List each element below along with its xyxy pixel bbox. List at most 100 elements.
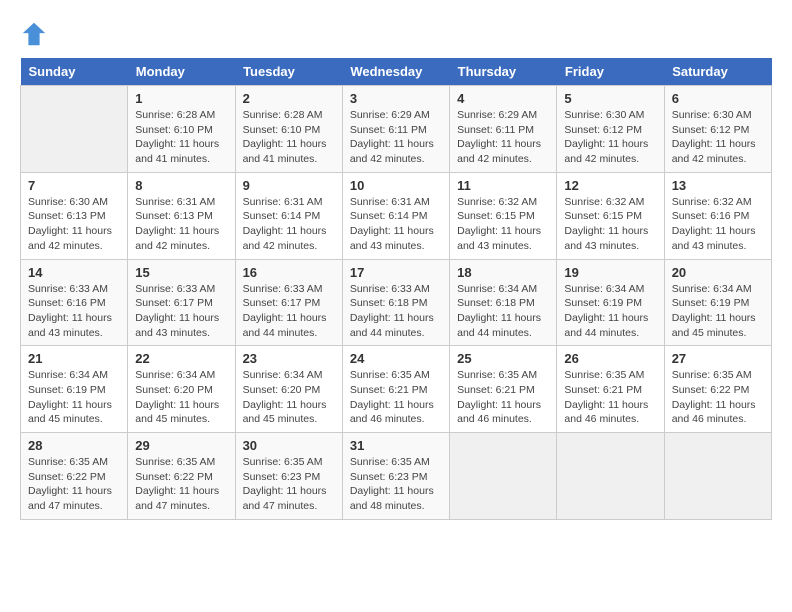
daylight-text: Daylight: 11 hours and 43 minutes.	[457, 224, 549, 253]
daylight-text: Daylight: 11 hours and 46 minutes.	[564, 398, 656, 427]
calendar-cell: 22 Sunrise: 6:34 AM Sunset: 6:20 PM Dayl…	[128, 346, 235, 433]
week-row-3: 14 Sunrise: 6:33 AM Sunset: 6:16 PM Dayl…	[21, 259, 772, 346]
header-day-thursday: Thursday	[450, 58, 557, 86]
sunset-text: Sunset: 6:20 PM	[135, 383, 227, 398]
calendar-header: SundayMondayTuesdayWednesdayThursdayFrid…	[21, 58, 772, 86]
daylight-text: Daylight: 11 hours and 48 minutes.	[350, 484, 442, 513]
week-row-2: 7 Sunrise: 6:30 AM Sunset: 6:13 PM Dayli…	[21, 172, 772, 259]
cell-content: Sunrise: 6:32 AM Sunset: 6:15 PM Dayligh…	[564, 195, 656, 254]
sunrise-text: Sunrise: 6:32 AM	[672, 195, 764, 210]
cell-content: Sunrise: 6:31 AM Sunset: 6:14 PM Dayligh…	[243, 195, 335, 254]
day-number: 4	[457, 91, 549, 106]
cell-content: Sunrise: 6:35 AM Sunset: 6:22 PM Dayligh…	[672, 368, 764, 427]
cell-content: Sunrise: 6:30 AM Sunset: 6:12 PM Dayligh…	[564, 108, 656, 167]
logo	[20, 20, 52, 48]
daylight-text: Daylight: 11 hours and 42 minutes.	[457, 137, 549, 166]
cell-content: Sunrise: 6:34 AM Sunset: 6:18 PM Dayligh…	[457, 282, 549, 341]
daylight-text: Daylight: 11 hours and 43 minutes.	[135, 311, 227, 340]
day-number: 10	[350, 178, 442, 193]
cell-content: Sunrise: 6:34 AM Sunset: 6:19 PM Dayligh…	[672, 282, 764, 341]
day-number: 18	[457, 265, 549, 280]
calendar-cell: 27 Sunrise: 6:35 AM Sunset: 6:22 PM Dayl…	[664, 346, 771, 433]
calendar-cell: 12 Sunrise: 6:32 AM Sunset: 6:15 PM Dayl…	[557, 172, 664, 259]
day-number: 9	[243, 178, 335, 193]
sunrise-text: Sunrise: 6:35 AM	[672, 368, 764, 383]
cell-content: Sunrise: 6:31 AM Sunset: 6:14 PM Dayligh…	[350, 195, 442, 254]
week-row-1: 1 Sunrise: 6:28 AM Sunset: 6:10 PM Dayli…	[21, 86, 772, 173]
daylight-text: Daylight: 11 hours and 44 minutes.	[564, 311, 656, 340]
calendar-cell: 21 Sunrise: 6:34 AM Sunset: 6:19 PM Dayl…	[21, 346, 128, 433]
calendar-cell: 5 Sunrise: 6:30 AM Sunset: 6:12 PM Dayli…	[557, 86, 664, 173]
day-number: 3	[350, 91, 442, 106]
sunset-text: Sunset: 6:16 PM	[672, 209, 764, 224]
sunset-text: Sunset: 6:14 PM	[350, 209, 442, 224]
day-number: 2	[243, 91, 335, 106]
daylight-text: Daylight: 11 hours and 46 minutes.	[350, 398, 442, 427]
daylight-text: Daylight: 11 hours and 46 minutes.	[457, 398, 549, 427]
sunset-text: Sunset: 6:17 PM	[243, 296, 335, 311]
daylight-text: Daylight: 11 hours and 46 minutes.	[672, 398, 764, 427]
sunset-text: Sunset: 6:21 PM	[564, 383, 656, 398]
daylight-text: Daylight: 11 hours and 43 minutes.	[672, 224, 764, 253]
header-day-saturday: Saturday	[664, 58, 771, 86]
header-row: SundayMondayTuesdayWednesdayThursdayFrid…	[21, 58, 772, 86]
cell-content: Sunrise: 6:29 AM Sunset: 6:11 PM Dayligh…	[350, 108, 442, 167]
cell-content: Sunrise: 6:35 AM Sunset: 6:21 PM Dayligh…	[457, 368, 549, 427]
sunrise-text: Sunrise: 6:33 AM	[350, 282, 442, 297]
day-number: 5	[564, 91, 656, 106]
calendar-cell: 19 Sunrise: 6:34 AM Sunset: 6:19 PM Dayl…	[557, 259, 664, 346]
calendar-table: SundayMondayTuesdayWednesdayThursdayFrid…	[20, 58, 772, 520]
calendar-cell: 31 Sunrise: 6:35 AM Sunset: 6:23 PM Dayl…	[342, 433, 449, 520]
sunset-text: Sunset: 6:16 PM	[28, 296, 120, 311]
sunset-text: Sunset: 6:19 PM	[672, 296, 764, 311]
sunset-text: Sunset: 6:23 PM	[243, 470, 335, 485]
sunrise-text: Sunrise: 6:32 AM	[457, 195, 549, 210]
day-number: 13	[672, 178, 764, 193]
sunrise-text: Sunrise: 6:29 AM	[457, 108, 549, 123]
calendar-cell: 23 Sunrise: 6:34 AM Sunset: 6:20 PM Dayl…	[235, 346, 342, 433]
calendar-cell: 7 Sunrise: 6:30 AM Sunset: 6:13 PM Dayli…	[21, 172, 128, 259]
day-number: 11	[457, 178, 549, 193]
calendar-cell: 4 Sunrise: 6:29 AM Sunset: 6:11 PM Dayli…	[450, 86, 557, 173]
calendar-cell: 24 Sunrise: 6:35 AM Sunset: 6:21 PM Dayl…	[342, 346, 449, 433]
sunrise-text: Sunrise: 6:31 AM	[350, 195, 442, 210]
daylight-text: Daylight: 11 hours and 42 minutes.	[135, 224, 227, 253]
day-number: 29	[135, 438, 227, 453]
day-number: 25	[457, 351, 549, 366]
cell-content: Sunrise: 6:31 AM Sunset: 6:13 PM Dayligh…	[135, 195, 227, 254]
calendar-cell	[450, 433, 557, 520]
daylight-text: Daylight: 11 hours and 42 minutes.	[672, 137, 764, 166]
cell-content: Sunrise: 6:29 AM Sunset: 6:11 PM Dayligh…	[457, 108, 549, 167]
sunset-text: Sunset: 6:17 PM	[135, 296, 227, 311]
sunrise-text: Sunrise: 6:35 AM	[243, 455, 335, 470]
cell-content: Sunrise: 6:35 AM Sunset: 6:23 PM Dayligh…	[243, 455, 335, 514]
calendar-cell: 11 Sunrise: 6:32 AM Sunset: 6:15 PM Dayl…	[450, 172, 557, 259]
sunset-text: Sunset: 6:22 PM	[672, 383, 764, 398]
sunset-text: Sunset: 6:15 PM	[457, 209, 549, 224]
cell-content: Sunrise: 6:35 AM Sunset: 6:23 PM Dayligh…	[350, 455, 442, 514]
sunrise-text: Sunrise: 6:33 AM	[243, 282, 335, 297]
calendar-cell: 30 Sunrise: 6:35 AM Sunset: 6:23 PM Dayl…	[235, 433, 342, 520]
sunrise-text: Sunrise: 6:31 AM	[243, 195, 335, 210]
day-number: 12	[564, 178, 656, 193]
header-day-sunday: Sunday	[21, 58, 128, 86]
cell-content: Sunrise: 6:32 AM Sunset: 6:16 PM Dayligh…	[672, 195, 764, 254]
calendar-cell	[557, 433, 664, 520]
cell-content: Sunrise: 6:35 AM Sunset: 6:22 PM Dayligh…	[28, 455, 120, 514]
day-number: 14	[28, 265, 120, 280]
daylight-text: Daylight: 11 hours and 45 minutes.	[243, 398, 335, 427]
calendar-cell	[21, 86, 128, 173]
sunset-text: Sunset: 6:11 PM	[350, 123, 442, 138]
daylight-text: Daylight: 11 hours and 47 minutes.	[28, 484, 120, 513]
daylight-text: Daylight: 11 hours and 43 minutes.	[350, 224, 442, 253]
sunset-text: Sunset: 6:18 PM	[350, 296, 442, 311]
cell-content: Sunrise: 6:33 AM Sunset: 6:16 PM Dayligh…	[28, 282, 120, 341]
calendar-cell: 1 Sunrise: 6:28 AM Sunset: 6:10 PM Dayli…	[128, 86, 235, 173]
calendar-cell: 14 Sunrise: 6:33 AM Sunset: 6:16 PM Dayl…	[21, 259, 128, 346]
day-number: 1	[135, 91, 227, 106]
calendar-cell: 18 Sunrise: 6:34 AM Sunset: 6:18 PM Dayl…	[450, 259, 557, 346]
sunrise-text: Sunrise: 6:34 AM	[28, 368, 120, 383]
sunrise-text: Sunrise: 6:31 AM	[135, 195, 227, 210]
sunrise-text: Sunrise: 6:34 AM	[457, 282, 549, 297]
daylight-text: Daylight: 11 hours and 41 minutes.	[243, 137, 335, 166]
